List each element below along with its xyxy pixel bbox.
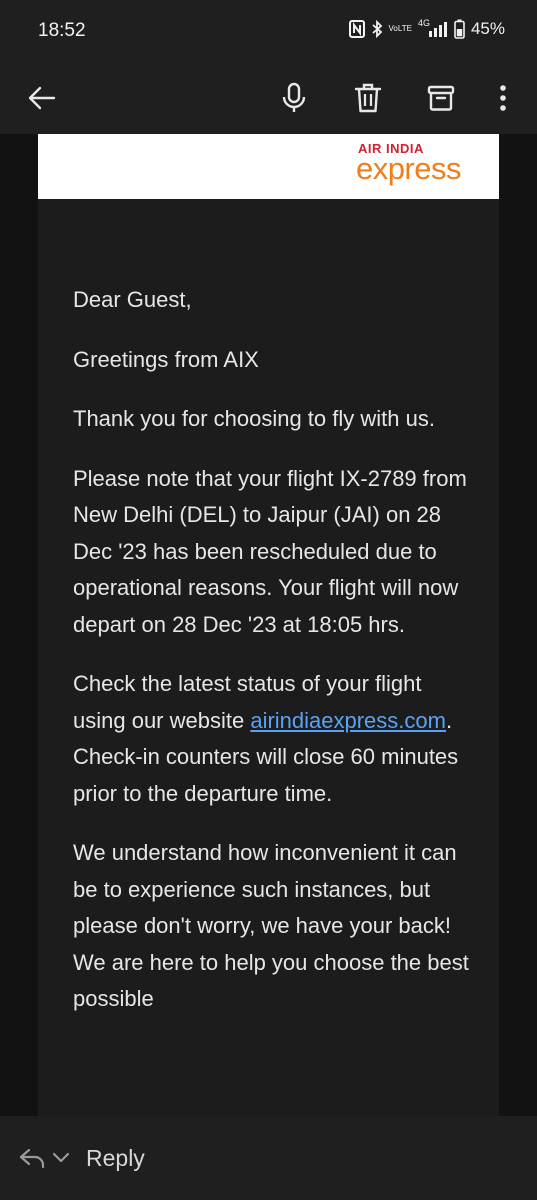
bluetooth-icon [371, 20, 383, 38]
read-aloud-button[interactable] [268, 72, 320, 124]
reply-bar: Reply [0, 1116, 537, 1200]
email-message: Dear Guest, Greetings from AIX Thank you… [73, 282, 473, 1041]
email-paragraph: Greetings from AIX [73, 346, 259, 372]
battery-icon [454, 19, 465, 39]
microphone-icon [282, 82, 306, 112]
air-india-express-logo: AIR INDIA express [355, 142, 462, 186]
reply-button[interactable]: Reply [18, 1138, 145, 1178]
website-link[interactable]: airindiaexpress.com [250, 708, 446, 733]
archive-button[interactable] [415, 72, 467, 124]
status-icons: Vo LTE 4G 45% [348, 18, 505, 39]
back-arrow-icon [28, 86, 56, 110]
archive-icon [427, 85, 455, 111]
volte-icon: Vo LTE [389, 25, 412, 33]
nfc-icon [348, 20, 365, 38]
app-bar [0, 62, 537, 134]
more-vert-icon [500, 85, 506, 111]
more-options-button[interactable] [477, 72, 529, 124]
email-paragraph: We understand how inconvenient it can be… [73, 840, 469, 1011]
email-paragraph: Please note that your flight IX-2789 fro… [73, 465, 467, 637]
email-banner: AIR INDIA express [38, 134, 499, 199]
chevron-down-icon[interactable] [52, 1152, 70, 1164]
network-type: 4G [417, 18, 430, 28]
delete-button[interactable] [342, 72, 394, 124]
status-time: 18:52 [38, 20, 86, 41]
reply-label: Reply [86, 1144, 145, 1171]
email-body[interactable]: AIR INDIA express Dear Guest, Greetings … [38, 134, 499, 1116]
email-paragraph: Thank you for choosing to fly with us. [73, 406, 435, 431]
email-paragraph: Check the latest status of your flight u… [73, 666, 473, 812]
delete-icon [354, 83, 382, 113]
back-button[interactable] [16, 72, 68, 124]
status-bar: 18:52 Vo LTE 4G 45% [0, 0, 537, 62]
battery-level: 45% [470, 19, 505, 38]
reply-icon [19, 1148, 45, 1169]
email-greeting: Dear Guest, [73, 287, 192, 312]
volte-bottom: LTE [397, 24, 412, 33]
email-screen: 18:52 Vo LTE 4G 45% AIR INDIA express De… [0, 0, 537, 1200]
volte-top: Vo [388, 24, 398, 33]
logo-bottom-text: express [355, 151, 462, 186]
signal-icon: 4G [417, 18, 448, 38]
